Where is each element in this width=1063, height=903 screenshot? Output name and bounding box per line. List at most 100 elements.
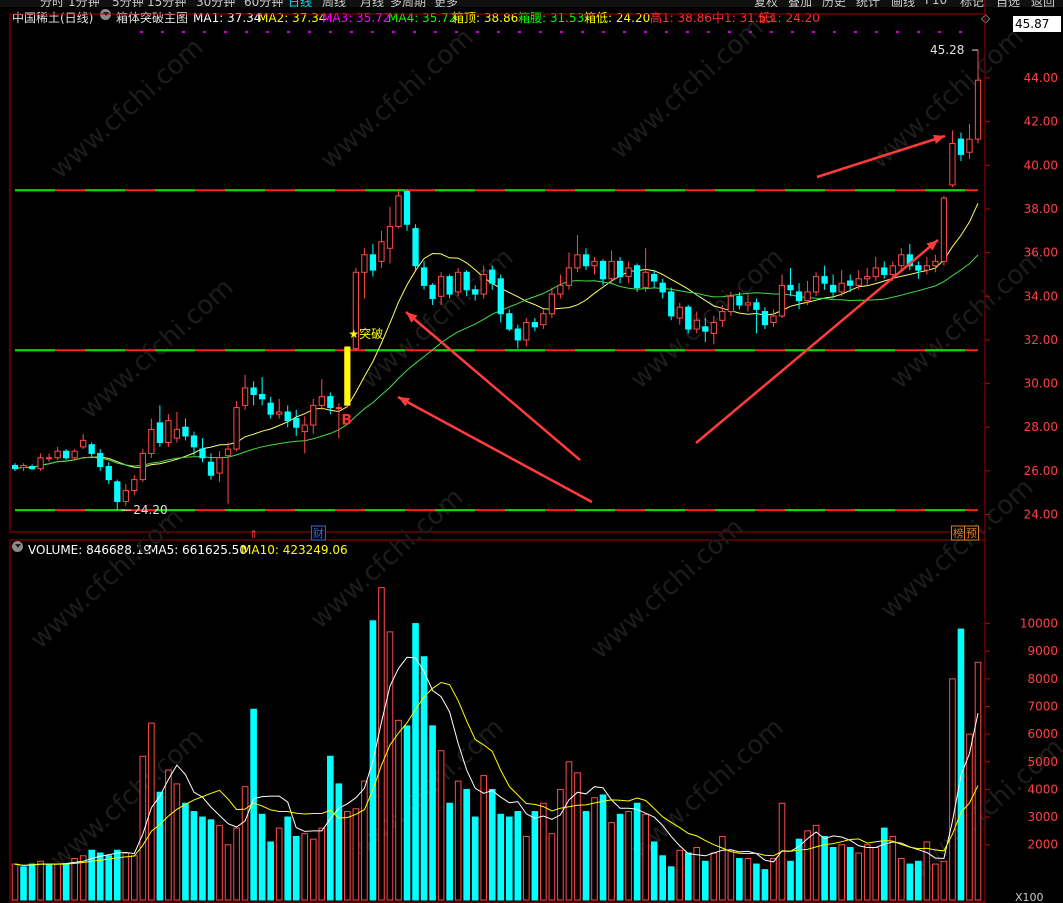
candle-body-86	[744, 302, 752, 306]
volume-panel-frame	[9, 539, 986, 903]
arrow-b-signal-head	[398, 397, 410, 407]
candle-body-47	[412, 228, 419, 267]
period-tab-1[interactable]: 1分钟	[68, 0, 100, 7]
candle-body-42	[369, 254, 377, 271]
volume-bar-96	[829, 846, 837, 901]
volume-bar-15	[139, 755, 147, 901]
period-toolbar[interactable]: 分时 1分钟 5分钟 15分钟 30分钟 60分钟 日线 周线 月线 多周期 更多 复权 叠加 历史 统计 画…	[0, 0, 1063, 7]
volume-bar-1	[20, 866, 27, 901]
watermark-11: www.cfchi.com	[875, 472, 1040, 625]
volume-tick-label-3: 5000	[1027, 755, 1058, 769]
indicator-name[interactable]: 箱体突破主图	[116, 9, 188, 27]
tool-tab-3[interactable]: 统计	[856, 0, 880, 7]
candle-body-38	[335, 407, 342, 410]
volume-bar-25	[224, 844, 232, 901]
signal-dot-2	[182, 31, 185, 33]
volume-bar-107	[923, 841, 931, 901]
candle-body-99	[855, 278, 862, 286]
candle-body-8	[80, 439, 87, 448]
candle-body-102	[881, 267, 888, 275]
period-tab-2[interactable]: 5分钟	[112, 0, 144, 7]
period-tab-9[interactable]: 多周期	[390, 0, 426, 7]
badge-box-badge_bang	[950, 525, 966, 541]
diamond-icon[interactable]: ◇	[981, 9, 990, 27]
volume-bar-109	[940, 860, 948, 901]
volume-bar-95	[821, 835, 828, 901]
volume-bar-46	[403, 725, 411, 901]
indicator-value-0: MA1: 37.34	[193, 11, 262, 25]
tool-tab-2[interactable]: 历史	[822, 0, 846, 7]
breakout-bar	[344, 346, 351, 406]
candle-body-93	[804, 291, 811, 302]
low-price-label: 24.20	[133, 503, 167, 517]
chart-window: 分时 1分钟 5分钟 15分钟 30分钟 60分钟 日线 周线 月线 多周期 更多 复权 叠加 历史 统计 画…	[0, 0, 1063, 903]
period-tab-6[interactable]: 日线	[288, 0, 312, 7]
tool-tab-5[interactable]: F10	[925, 0, 947, 7]
period-tab-4[interactable]: 30分钟	[196, 0, 235, 7]
candle-body-45	[395, 195, 402, 227]
candle-body-46	[403, 191, 411, 225]
candle-body-6	[62, 450, 70, 459]
volume-bar-7	[71, 858, 78, 901]
price-tick-label-8: 40.00	[1024, 158, 1058, 172]
signal-dot-26	[686, 31, 689, 33]
signal-dot-12	[392, 31, 395, 33]
tool-tab-4[interactable]: 画线	[891, 0, 915, 7]
watermark-12: www.cfchi.com	[45, 722, 210, 875]
candle-body-34	[301, 424, 308, 433]
tool-tab-8[interactable]: 返回	[1031, 0, 1055, 7]
period-tab-8[interactable]: 月线	[360, 0, 384, 7]
candle-body-5	[54, 450, 61, 459]
volume-bar-47	[412, 623, 419, 901]
tool-tab-6[interactable]: 标记	[960, 0, 984, 7]
volume-bar-102	[880, 827, 888, 901]
volume-bar-87	[753, 863, 760, 901]
candle-body-12	[114, 481, 121, 502]
tool-tab-7[interactable]: 自选	[996, 0, 1020, 7]
indicator-value-2: MA3: 35.72	[322, 11, 391, 25]
signal-dot-8	[308, 31, 311, 33]
candle-body-76	[659, 282, 666, 293]
candle-body-13	[122, 490, 129, 502]
period-tab-0[interactable]: 分时	[40, 0, 64, 7]
volume-bar-104	[897, 858, 905, 901]
candle-body-103	[889, 265, 896, 275]
candle-body-59	[514, 328, 521, 341]
price-tick-label-0: 24.00	[1024, 508, 1058, 522]
candle-body-88	[761, 311, 769, 326]
period-tab-5[interactable]: 60分钟	[244, 0, 283, 7]
period-tab-7[interactable]: 周线	[322, 0, 346, 7]
candle-body-82	[710, 321, 717, 334]
watermark-8: www.cfchi.com	[25, 502, 190, 655]
signal-dot-31	[791, 31, 794, 33]
candle-body-11	[105, 466, 112, 481]
indicator-value-6: 箱低: 24.20	[584, 11, 651, 25]
watermark-7: www.cfchi.com	[885, 242, 1050, 395]
candle-body-37	[327, 396, 334, 409]
volume-bar-73	[633, 802, 641, 901]
volume-bar-13	[122, 852, 130, 901]
signal-dot-9	[329, 31, 332, 33]
candle-body-104	[898, 254, 905, 267]
candle-body-16	[148, 428, 155, 454]
candle-body-52	[455, 271, 462, 293]
candle-body-50	[437, 276, 445, 297]
watermark-14: www.cfchi.com	[625, 712, 790, 865]
period-tab-10[interactable]: 更多	[434, 0, 458, 7]
volume-bar-8	[79, 855, 87, 901]
period-tab-3[interactable]: 15分钟	[147, 0, 186, 7]
volume-bar-20	[182, 802, 189, 901]
price-volume-chart[interactable]: www.cfchi.com www.cfchi.com www.cfchi.com w…	[0, 0, 1063, 903]
tool-tab-0[interactable]: 复权	[754, 0, 778, 7]
volume-bar-76	[659, 855, 666, 901]
candle-body-58	[506, 313, 513, 330]
watermark-5: www.cfchi.com	[355, 242, 520, 395]
volume-bar-48	[420, 656, 428, 901]
volume-bar-27	[241, 786, 249, 901]
signal-dot-32	[812, 31, 815, 33]
price-ma-short-line	[14, 203, 979, 470]
stock-name[interactable]: 中国稀土(日线)	[12, 9, 93, 27]
volume-bar-24	[216, 824, 223, 901]
tool-tab-1[interactable]: 叠加	[788, 0, 812, 7]
signal-dot-17	[497, 31, 500, 33]
